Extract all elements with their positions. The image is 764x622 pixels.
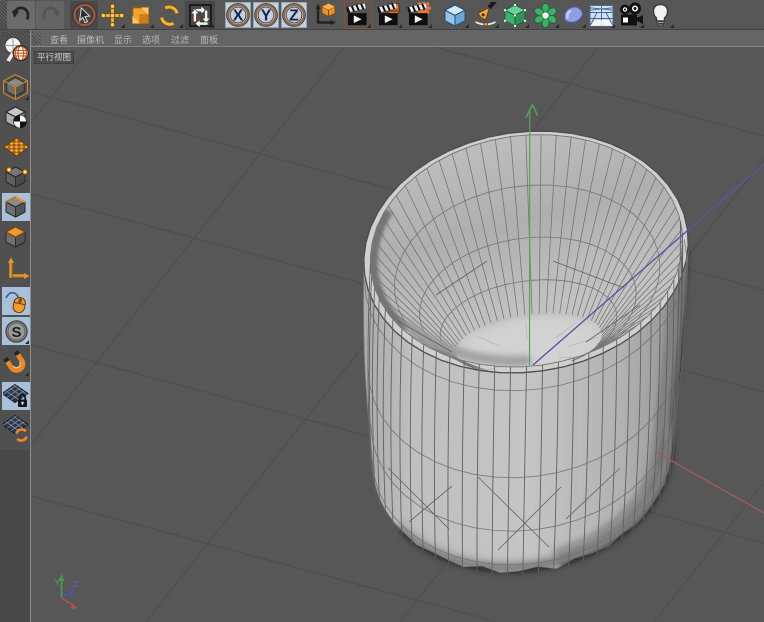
svg-text:S: S	[11, 324, 21, 341]
svg-text:Z: Z	[73, 579, 78, 589]
svg-text:Z: Z	[289, 8, 299, 25]
svg-text:Y: Y	[55, 577, 61, 587]
svg-text:X: X	[232, 8, 243, 25]
svg-text:Y: Y	[260, 8, 271, 25]
